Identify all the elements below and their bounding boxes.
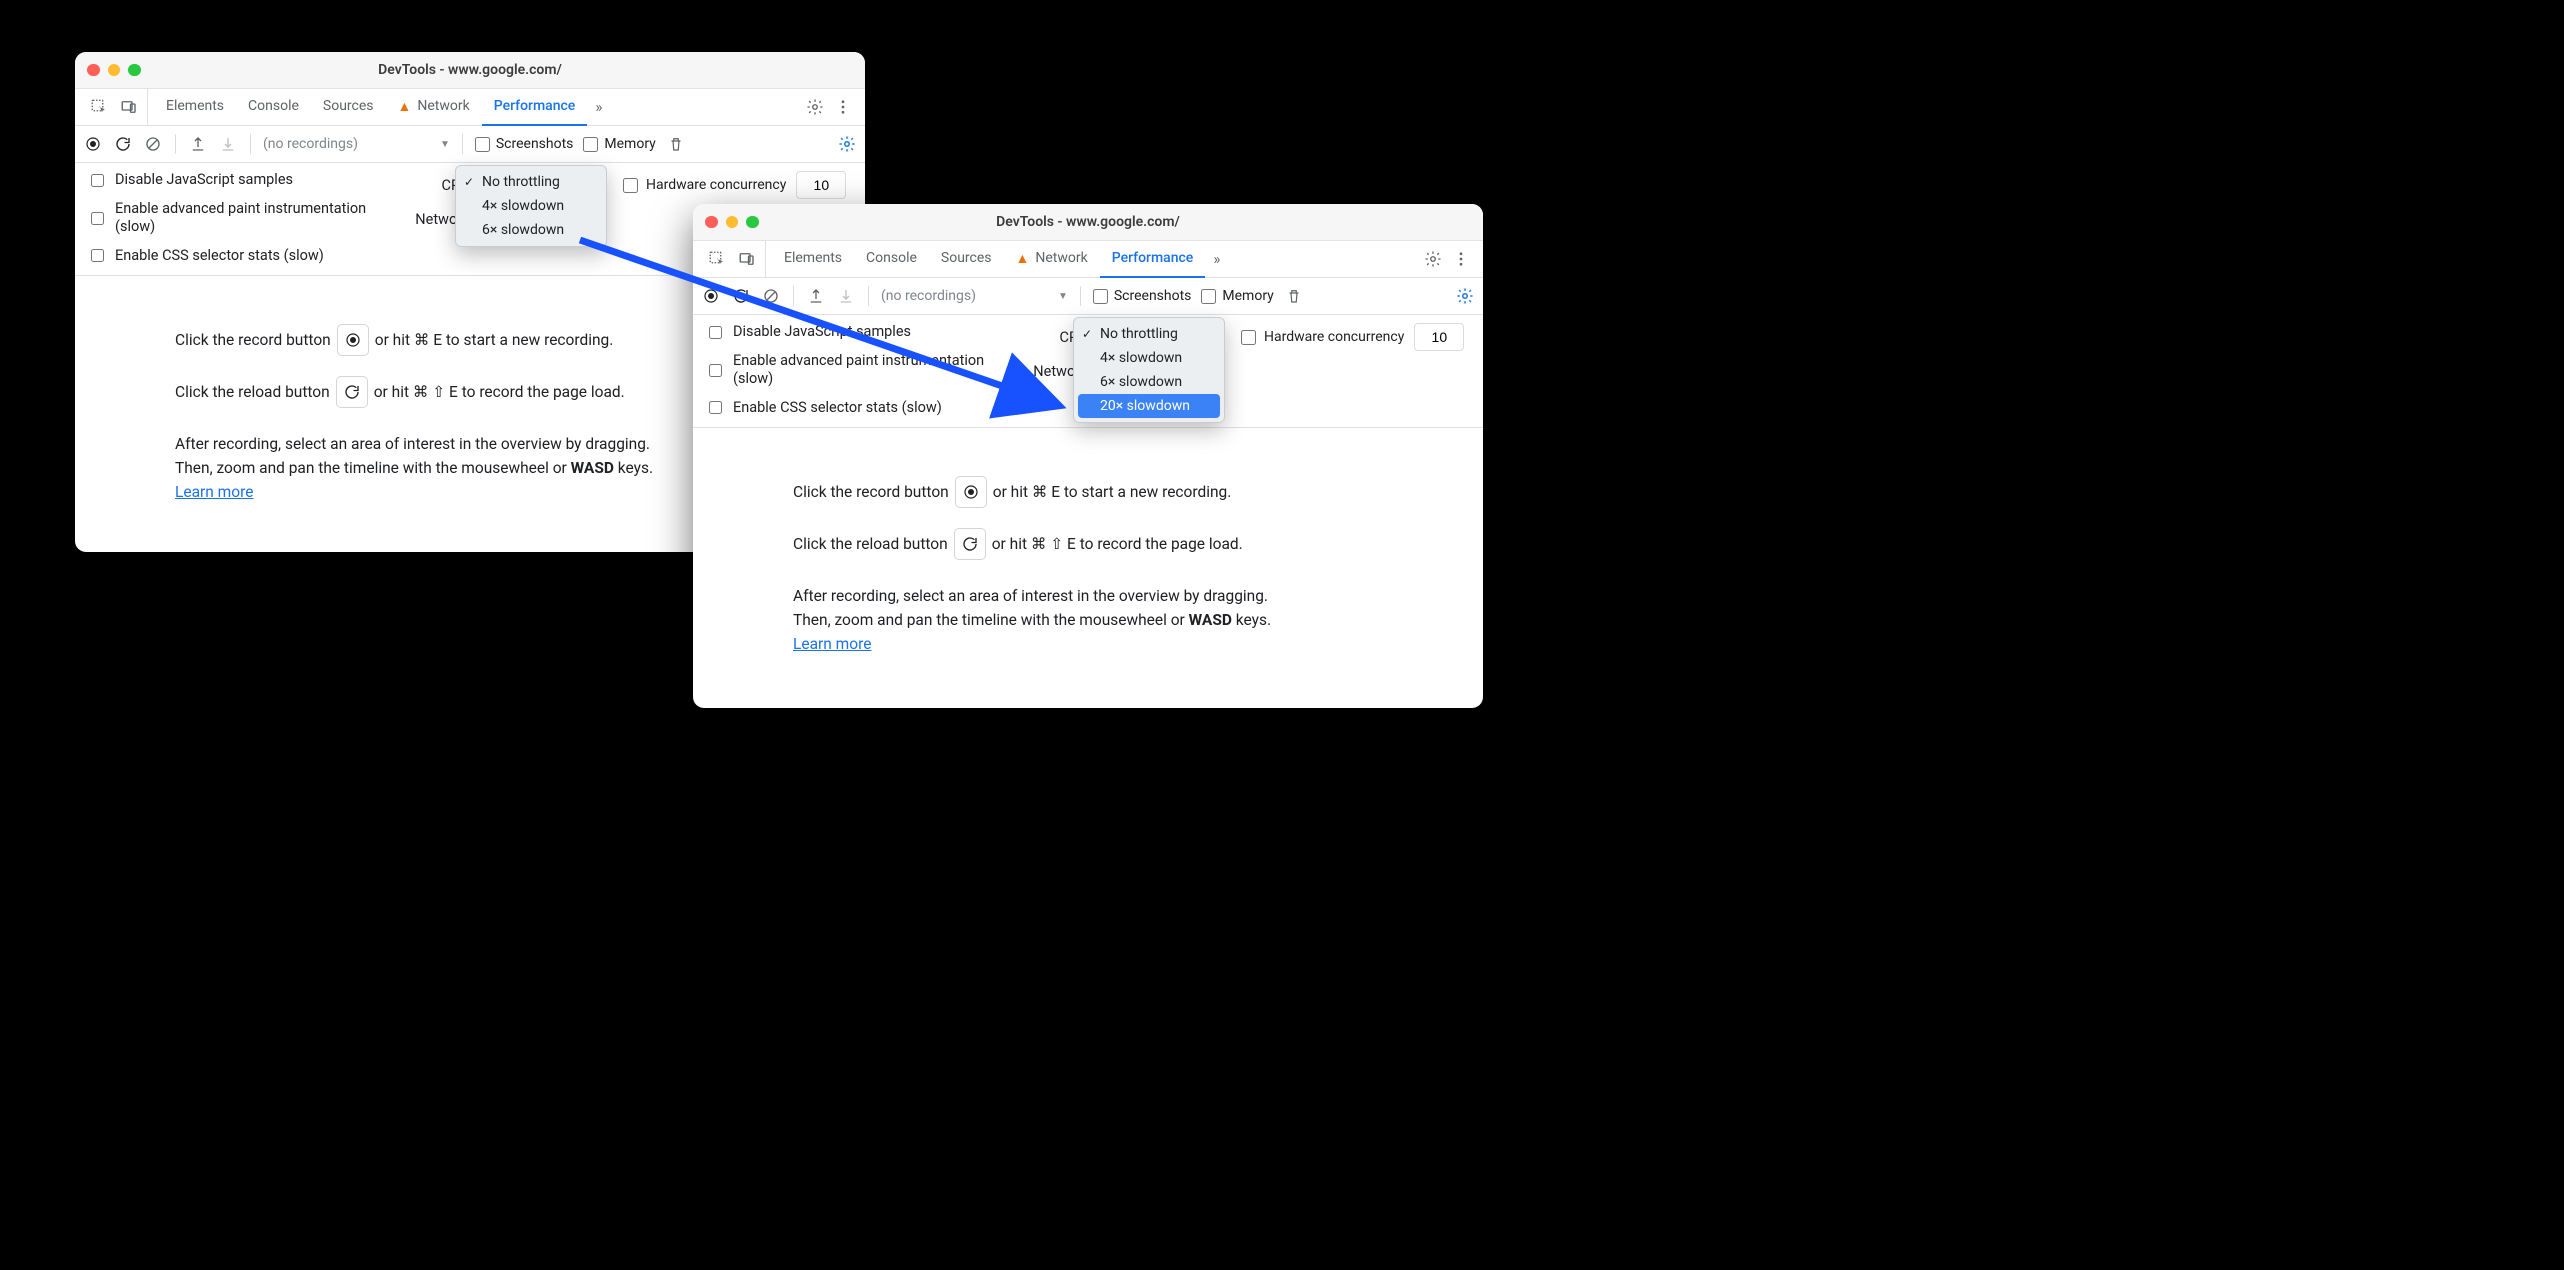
advanced-paint-checkbox[interactable]: [91, 212, 104, 225]
cpu-option-6x[interactable]: 6× slowdown: [1074, 370, 1224, 394]
capture-settings-icon[interactable]: [1455, 286, 1475, 306]
record-icon[interactable]: [83, 134, 103, 154]
panel-tabbar: Elements Console Sources ▲Network Perfor…: [75, 89, 865, 126]
tab-performance[interactable]: Performance: [482, 88, 588, 126]
cpu-option-no-throttling[interactable]: No throttling: [456, 170, 606, 194]
minimize-icon[interactable]: [726, 216, 739, 229]
traffic-lights: [87, 64, 141, 77]
hardware-concurrency-checkbox[interactable]: Hardware concurrency: [1241, 329, 1404, 345]
css-stats-checkbox[interactable]: [91, 249, 104, 262]
memory-checkbox[interactable]: Memory: [1201, 288, 1273, 304]
screenshots-checkbox[interactable]: Screenshots: [475, 136, 574, 152]
zoom-icon[interactable]: [746, 216, 759, 229]
cpu-option-4x[interactable]: 4× slowdown: [456, 194, 606, 218]
reload-button[interactable]: [336, 376, 368, 408]
tab-elements[interactable]: Elements: [154, 88, 236, 126]
kebab-icon[interactable]: [1451, 249, 1471, 269]
screenshots-checkbox[interactable]: Screenshots: [1093, 288, 1192, 304]
tab-elements[interactable]: Elements: [772, 240, 854, 278]
performance-toolbar: (no recordings) ▼ Screenshots Memory: [75, 126, 865, 163]
gc-icon[interactable]: [1284, 286, 1304, 306]
window-title: DevTools - www.google.com/: [75, 62, 865, 78]
download-icon[interactable]: [836, 286, 856, 306]
caret-down-icon: ▼: [1058, 291, 1068, 302]
panel-tabbar: Elements Console Sources ▲Network Perfor…: [693, 241, 1483, 278]
learn-more-link[interactable]: Learn more: [175, 483, 253, 501]
inspect-icon[interactable]: [707, 249, 727, 269]
cpu-option-20x[interactable]: 20× slowdown: [1078, 394, 1220, 418]
kebab-icon[interactable]: [833, 97, 853, 117]
more-tabs-icon[interactable]: »: [587, 98, 610, 116]
reload-icon[interactable]: [731, 286, 751, 306]
reload-button[interactable]: [954, 528, 986, 560]
tab-network[interactable]: ▲Network: [386, 88, 482, 126]
disable-js-checkbox[interactable]: [709, 326, 722, 339]
cpu-option-no-throttling[interactable]: No throttling: [1074, 322, 1224, 346]
hardware-concurrency-input[interactable]: [796, 171, 846, 199]
close-icon[interactable]: [87, 64, 100, 77]
close-icon[interactable]: [705, 216, 718, 229]
window-title: DevTools - www.google.com/: [693, 214, 1483, 230]
hardware-concurrency-input[interactable]: [1414, 323, 1464, 351]
more-tabs-icon[interactable]: »: [1205, 250, 1228, 268]
titlebar: DevTools - www.google.com/: [693, 204, 1483, 241]
cpu-throttle-dropdown: No throttling 4× slowdown 6× slowdown: [455, 165, 607, 247]
recordings-select[interactable]: (no recordings) ▼: [263, 136, 450, 152]
recordings-select[interactable]: (no recordings) ▼: [881, 288, 1068, 304]
caret-down-icon: ▼: [440, 139, 450, 150]
clear-icon[interactable]: [761, 286, 781, 306]
reload-hint: Click the reload button or hit ⌘ ⇧ E to …: [793, 528, 1459, 560]
device-toolbar-icon[interactable]: [737, 249, 757, 269]
titlebar: DevTools - www.google.com/: [75, 52, 865, 89]
tab-console[interactable]: Console: [236, 88, 311, 126]
warning-icon: ▲: [398, 98, 412, 115]
capture-settings-pane: Disable JavaScript samples Enable advanc…: [693, 315, 1483, 428]
tab-sources[interactable]: Sources: [929, 240, 1004, 278]
cpu-throttle-dropdown: No throttling 4× slowdown 6× slowdown 20…: [1073, 317, 1225, 423]
settings-icon[interactable]: [805, 97, 825, 117]
inspect-icon[interactable]: [89, 97, 109, 117]
tab-performance[interactable]: Performance: [1100, 240, 1206, 278]
capture-settings-icon[interactable]: [837, 134, 857, 154]
advanced-paint-checkbox[interactable]: [709, 364, 722, 377]
device-toolbar-icon[interactable]: [119, 97, 139, 117]
record-icon[interactable]: [701, 286, 721, 306]
settings-icon[interactable]: [1423, 249, 1443, 269]
hardware-concurrency-checkbox[interactable]: Hardware concurrency: [623, 177, 786, 193]
record-button[interactable]: [955, 476, 987, 508]
performance-landing: Click the record button or hit ⌘ E to st…: [693, 428, 1483, 684]
tab-network[interactable]: ▲Network: [1004, 240, 1100, 278]
cpu-option-4x[interactable]: 4× slowdown: [1074, 346, 1224, 370]
warning-icon: ▲: [1016, 250, 1030, 267]
zoom-icon[interactable]: [128, 64, 141, 77]
reload-icon[interactable]: [113, 134, 133, 154]
cpu-option-6x[interactable]: 6× slowdown: [456, 218, 606, 242]
minimize-icon[interactable]: [108, 64, 121, 77]
traffic-lights: [705, 216, 759, 229]
after-recording-text: After recording, select an area of inter…: [793, 584, 1459, 656]
record-button[interactable]: [337, 324, 369, 356]
upload-icon[interactable]: [806, 286, 826, 306]
record-hint: Click the record button or hit ⌘ E to st…: [793, 476, 1459, 508]
memory-checkbox[interactable]: Memory: [583, 136, 655, 152]
gc-icon[interactable]: [666, 134, 686, 154]
upload-icon[interactable]: [188, 134, 208, 154]
css-stats-checkbox[interactable]: [709, 401, 722, 414]
performance-toolbar: (no recordings) ▼ Screenshots Memory: [693, 278, 1483, 315]
tab-console[interactable]: Console: [854, 240, 929, 278]
tab-sources[interactable]: Sources: [311, 88, 386, 126]
clear-icon[interactable]: [143, 134, 163, 154]
learn-more-link[interactable]: Learn more: [793, 635, 871, 653]
disable-js-checkbox[interactable]: [91, 174, 104, 187]
download-icon[interactable]: [218, 134, 238, 154]
devtools-window-2: DevTools - www.google.com/ Elements Cons…: [693, 204, 1483, 708]
